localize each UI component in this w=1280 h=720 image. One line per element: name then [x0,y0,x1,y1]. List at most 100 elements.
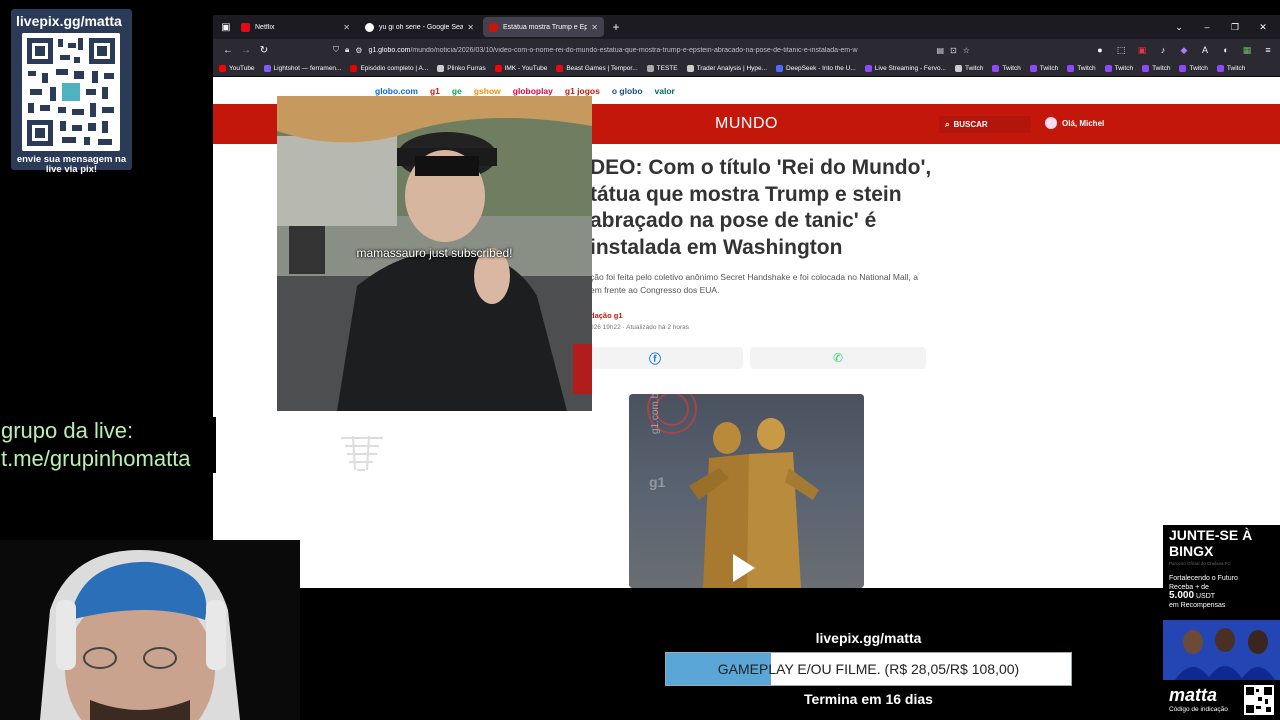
bookmark-item[interactable]: Lightshot — ferramen... [263,65,341,72]
profile-avatar-icon[interactable]: ▦ [1241,44,1253,56]
bingx-line3: em Recompensas [1169,601,1226,609]
play-icon[interactable] [733,554,755,582]
bookmark-label: Twitch [1152,65,1171,72]
globo-nav-link[interactable]: gshow [474,86,501,96]
list-all-tabs-icon[interactable]: ⌄ [1172,22,1186,33]
bookmark-item[interactable]: Twitch [1216,65,1245,72]
globo-nav-link[interactable]: globo.com [375,86,418,96]
bookmark-item[interactable]: Twitch [1029,65,1059,72]
bookmark-item[interactable]: Twitch [1104,65,1134,72]
extension-toolbar: ● ⬚ ▣ ♪ ◆ A ◐ ▦ ≡ [1094,44,1274,56]
bookmark-label: Live Streaming - Fervo... [874,65,946,72]
app-menu-icon[interactable]: ≡ [1262,44,1274,56]
bookmark-item[interactable]: Trader Analysis | Hype... [686,65,767,72]
maximize-icon[interactable]: ❐ [1228,22,1242,33]
translate-icon[interactable]: A [1199,44,1211,56]
bookmark-item[interactable]: Live Streaming - Fervo... [864,65,946,72]
section-title[interactable]: MUNDO [715,115,778,133]
minimize-icon[interactable]: – [1200,22,1214,33]
livepix-qr-panel: livepix.gg/matta envie sua mensagem na l… [11,9,132,175]
bookmark-label: Twitch [1114,65,1134,72]
globo-nav-link[interactable]: g1 [430,86,440,96]
bookmark-star-icon[interactable]: ☆ [963,46,970,55]
globo-nav-link[interactable]: o globo [612,86,643,96]
bookmark-favicon-icon [1179,65,1187,72]
bingx-partner-text: Parceiro Oficial do Chelsea FC [1169,561,1231,566]
close-tab-icon[interactable]: ✕ [467,23,474,32]
forward-icon[interactable]: → [237,45,255,56]
tab-netflix[interactable]: Netflix ✕ [235,17,356,37]
bookmark-item[interactable]: DeepSeek - Into the U... [776,65,856,72]
whatsapp-icon: ✆ [832,351,844,365]
livepix-message: envie sua mensagem na live via pix! [16,154,127,175]
bookmark-favicon-icon [776,65,784,72]
bookmark-item[interactable]: Twitch [1179,65,1208,72]
bookmark-item[interactable]: YouTube [219,65,255,72]
google-favicon-icon [365,22,374,32]
globo-nav-link[interactable]: ge [452,86,462,96]
bookmark-item[interactable]: IMK - YouTube [494,65,548,72]
tab-title: Netflix [255,23,275,31]
bookmark-favicon-icon [437,65,445,72]
user-menu[interactable]: Olá, Michel [1045,117,1104,129]
bookmark-item[interactable]: Twitch [954,65,984,72]
globo-nav-link[interactable]: valor [655,86,675,96]
subscriber-alert: mamassauro just subscribed! [277,96,592,411]
globo-nav-link[interactable]: globoplay [513,86,553,96]
reader-view-icon[interactable]: ▤ [936,46,944,55]
bingx-line1: Fortalecendo o Futuro [1169,575,1238,582]
globo-nav-link[interactable]: g1 jogos [565,86,600,96]
share-facebook-button[interactable]: ⓕ [567,347,743,369]
bingx-reward: 5.000 USDT [1169,591,1238,602]
new-tab-button[interactable]: + [607,20,625,34]
close-window-icon[interactable]: ✕ [1256,22,1270,33]
share-whatsapp-button[interactable]: ✆ [750,347,926,369]
group-label: grupo da live: [1,418,134,443]
bookmark-item[interactable]: Twitch [992,65,1021,72]
lock-icon[interactable]: 🔒︎ [345,45,349,55]
article-video-player[interactable]: g1.com.br g1 [629,394,864,588]
search-button[interactable]: ⌕ BUSCAR [939,116,1031,133]
bookmark-item[interactable]: TESTE [646,65,678,72]
bookmark-item[interactable]: Twitch [1067,65,1096,72]
speaker-icon[interactable]: ♪ [1157,44,1169,56]
article-author[interactable]: dação g1 [590,311,623,320]
extension-red-icon[interactable]: ▣ [1136,44,1148,56]
bookmark-favicon-icon [1142,65,1150,72]
extensions-icon[interactable]: ⬚ [1115,44,1127,56]
tab-google-search[interactable]: yu gi oh serie - Google Search ✕ [359,17,480,37]
extension-purple-icon[interactable]: ◆ [1178,44,1190,56]
extension-gray-icon[interactable]: ◐ [1220,44,1232,56]
search-label: BUSCAR [953,120,988,129]
search-icon: ⌕ [945,119,950,129]
url-text: g1.globo.com/mundo/noticia/2026/03/10/vi… [368,47,928,54]
permissions-icon[interactable]: ⚙ [355,46,362,55]
firefox-view-icon[interactable]: ▣ [217,22,235,33]
bookmark-label: YouTube [229,65,255,72]
account-icon[interactable]: ● [1094,44,1106,56]
bookmark-item[interactable]: Episódio completo | A... [350,65,428,72]
reload-icon[interactable]: ↻ [255,45,273,56]
bookmark-favicon-icon [646,65,654,72]
bookmark-label: Twitch [1039,65,1059,72]
bookmark-item[interactable]: Beast Games | Tempor... [556,65,638,72]
bookmark-label: Twitch [1002,65,1021,72]
streamer-image [0,540,300,720]
screenshot-icon[interactable]: ⊡ [950,46,957,55]
bookmark-favicon-icon [1067,65,1075,72]
address-bar[interactable]: ⛉ 🔒︎ ⚙ g1.globo.com/mundo/noticia/2026/0… [333,41,1086,59]
close-tab-icon[interactable]: ✕ [343,23,350,32]
streamer-logo: matta [1169,685,1218,705]
article-headline: DEO: Com o título 'Rei do Mundo', tátua … [590,156,932,259]
bookmark-label: IMK - YouTube [504,65,548,72]
close-tab-icon[interactable]: ✕ [591,23,598,32]
back-icon[interactable]: ← [219,45,237,56]
bookmark-item[interactable]: Twitch [1142,65,1170,72]
bingx-players-image [1163,620,1280,680]
tab-g1-article[interactable]: Estátua mostra Trump e Epstein ✕ [483,17,604,37]
article-date: 026 19h22 · Atualizado há 2 horas [590,324,690,331]
bookmark-label: Twitch [964,65,984,72]
referral-qr-image [1244,685,1274,715]
bookmark-item[interactable]: Plinko Furras [437,65,486,72]
shield-icon[interactable]: ⛉ [333,45,339,55]
